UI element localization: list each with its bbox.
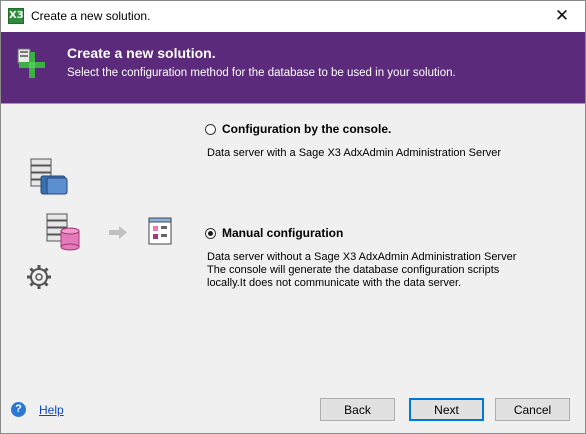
- radio-console-config[interactable]: [205, 124, 216, 135]
- server-database-icon: [46, 213, 80, 251]
- cancel-button[interactable]: Cancel: [495, 398, 570, 421]
- close-button[interactable]: ✕: [539, 1, 585, 32]
- header-subtitle: Select the configuration method for the …: [67, 67, 456, 79]
- description-line: Data server without a Sage X3 AdxAdmin A…: [207, 251, 517, 263]
- next-button[interactable]: Next: [409, 398, 484, 421]
- option-manual-config-label[interactable]: Manual configuration: [222, 226, 343, 240]
- arrow-right-icon: [109, 226, 127, 239]
- close-icon: ✕: [554, 6, 570, 26]
- header-title: Create a new solution.: [67, 45, 216, 61]
- description-line: The console will generate the database c…: [207, 264, 500, 276]
- option-console-config-label[interactable]: Configuration by the console.: [222, 122, 391, 136]
- radio-manual-config[interactable]: [205, 228, 216, 239]
- configuration-illustration: [27, 158, 172, 289]
- add-solution-icon: [17, 48, 45, 78]
- script-document-icon: [148, 217, 172, 245]
- option-manual-config-description: Data server without a Sage X3 AdxAdmin A…: [207, 251, 516, 290]
- help-icon[interactable]: ?: [11, 402, 26, 417]
- back-button[interactable]: Back: [320, 398, 395, 421]
- window-title: Create a new solution.: [31, 9, 151, 23]
- description-line: Data server with a Sage X3 AdxAdmin Admi…: [207, 147, 502, 159]
- gear-icon: [27, 265, 51, 289]
- help-link[interactable]: Help: [39, 403, 64, 417]
- server-folder-icon: [30, 158, 68, 195]
- dialog-window: X3 Create a new solution. ✕ Create a new…: [0, 0, 586, 434]
- title-bar[interactable]: X3 Create a new solution. ✕: [1, 1, 585, 32]
- description-line: locally.It does not communicate with the…: [207, 277, 462, 289]
- app-icon: X3: [8, 8, 24, 24]
- option-console-config-description: Data server with a Sage X3 AdxAdmin Admi…: [207, 147, 501, 160]
- header-banner: Create a new solution. Select the config…: [1, 32, 585, 103]
